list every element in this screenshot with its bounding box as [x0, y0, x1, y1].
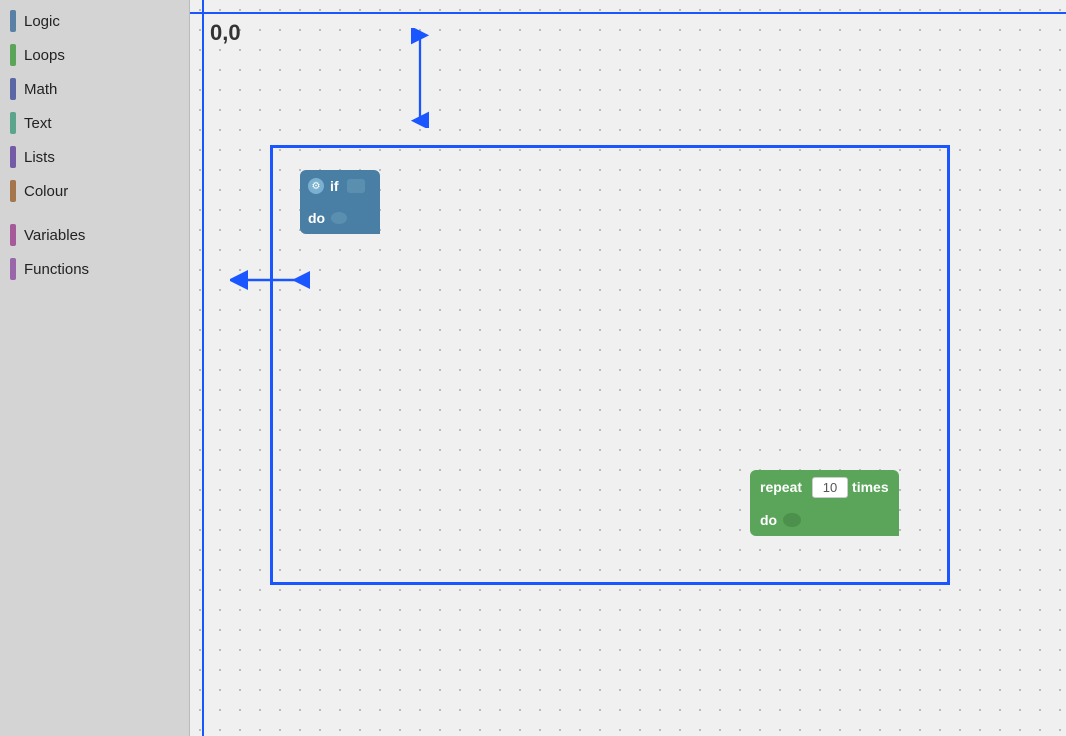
- repeat-do-connector: [783, 513, 801, 527]
- sidebar-item-lists[interactable]: Lists: [0, 140, 189, 174]
- sidebar-item-label: Logic: [24, 13, 60, 30]
- do-connector: [331, 212, 347, 224]
- if-puzzle-connector: [347, 179, 365, 193]
- text-color-bar: [10, 112, 16, 134]
- repeat-top-row: repeat times: [750, 470, 899, 504]
- sidebar-item-text[interactable]: Text: [0, 106, 189, 140]
- math-color-bar: [10, 78, 16, 100]
- horizontal-arrow: [230, 268, 310, 292]
- repeat-do-row: do: [750, 504, 899, 536]
- sidebar-item-math[interactable]: Math: [0, 72, 189, 106]
- variables-color-bar: [10, 224, 16, 246]
- times-label: times: [852, 479, 889, 495]
- sidebar-divider: [0, 208, 189, 218]
- coordinate-label: 0,0: [210, 20, 241, 46]
- gear-icon[interactable]: ⚙: [308, 178, 324, 194]
- if-label: if: [330, 178, 339, 194]
- logic-color-bar: [10, 10, 16, 32]
- if-top-row: ⚙ if: [300, 170, 380, 202]
- sidebar-item-label: Math: [24, 81, 57, 98]
- do-label: do: [308, 210, 325, 226]
- if-do-row: do: [300, 202, 380, 234]
- sidebar-item-label: Text: [24, 115, 52, 132]
- repeat-label: repeat: [760, 479, 802, 495]
- sidebar-item-label: Loops: [24, 47, 65, 64]
- sidebar-item-functions[interactable]: Functions: [0, 252, 189, 286]
- repeat-block[interactable]: repeat times do: [750, 470, 899, 536]
- sidebar-item-label: Lists: [24, 149, 55, 166]
- repeat-do-label: do: [760, 512, 777, 528]
- sidebar-item-colour[interactable]: Colour: [0, 174, 189, 208]
- lists-color-bar: [10, 146, 16, 168]
- sidebar-item-label: Colour: [24, 183, 68, 200]
- sidebar: Logic Loops Math Text Lists Colour Varia…: [0, 0, 190, 736]
- repeat-value-input[interactable]: [812, 477, 848, 498]
- colour-color-bar: [10, 180, 16, 202]
- crosshair-vertical: [202, 0, 204, 736]
- sidebar-item-label: Functions: [24, 261, 89, 278]
- sidebar-item-loops[interactable]: Loops: [0, 38, 189, 72]
- functions-color-bar: [10, 258, 16, 280]
- if-block[interactable]: ⚙ if do: [300, 170, 380, 234]
- sidebar-item-logic[interactable]: Logic: [0, 4, 189, 38]
- loops-color-bar: [10, 44, 16, 66]
- crosshair-horizontal: [190, 12, 1066, 14]
- sidebar-item-variables[interactable]: Variables: [0, 218, 189, 252]
- canvas-area[interactable]: 0,0: [190, 0, 1066, 736]
- sidebar-item-label: Variables: [24, 227, 85, 244]
- vertical-arrow: [408, 28, 432, 128]
